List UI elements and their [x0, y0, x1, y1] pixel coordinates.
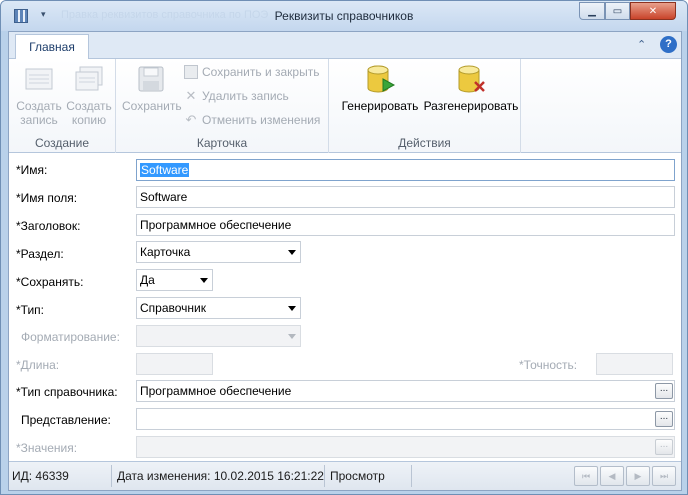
save-flag-dropdown-icon: [200, 278, 208, 283]
status-separator: [324, 465, 325, 487]
ribbon: Создать запись Создать копию Создание Со…: [9, 59, 681, 153]
format-label: Форматирование:: [21, 330, 120, 344]
ribbon-group-actions: Генерировать Разгенерировать Действия: [329, 59, 521, 153]
ref-type-browse-button[interactable]: ...: [655, 383, 673, 399]
cancel-changes-label: Отменить изменения: [202, 113, 321, 127]
length-label: *Длина:: [16, 358, 60, 372]
heading-label: *Заголовок:: [16, 219, 81, 233]
next-record-button[interactable]: ▶: [626, 466, 650, 486]
record-id: ИД: 46339: [12, 469, 69, 483]
help-icon[interactable]: ?: [660, 36, 677, 53]
values-browse-button[interactable]: ...: [655, 439, 673, 455]
group-label-card: Карточка: [196, 136, 248, 150]
precision-input[interactable]: [596, 353, 673, 375]
delete-x-icon: ✕: [185, 88, 197, 103]
name-label: *Имя:: [16, 163, 48, 177]
save-floppy-icon: [138, 66, 164, 92]
view-label: Представление:: [21, 413, 111, 427]
generate-label: Генерировать: [341, 99, 419, 113]
record-form: *Имя: Software *Имя поля: Software *Заго…: [9, 153, 681, 461]
name-input[interactable]: Software: [136, 159, 675, 181]
create-copy-icon: [75, 66, 103, 91]
type-dropdown-icon: [288, 306, 296, 311]
status-separator: [111, 465, 112, 487]
save-flag-label: *Сохранять:: [16, 275, 84, 289]
save-flag-select[interactable]: Да: [136, 269, 213, 291]
cancel-changes-button[interactable]: ↶ Отменить изменения: [184, 110, 321, 130]
create-record-label: Создать запись: [16, 99, 62, 127]
title-bar: ▾ Правка реквизитов справочника по ПОЭ Р…: [1, 1, 687, 31]
format-select[interactable]: [136, 325, 301, 347]
ref-type-label: *Тип справочника:: [16, 385, 118, 399]
minimize-button[interactable]: ▁: [579, 2, 605, 20]
tab-main[interactable]: Главная: [15, 34, 89, 60]
section-dropdown-icon: [288, 250, 296, 255]
undo-icon: ↶: [185, 112, 197, 127]
name-value: Software: [140, 163, 190, 177]
view-input[interactable]: [136, 408, 675, 430]
group-label-create: Создание: [34, 136, 90, 150]
status-separator: [411, 465, 412, 487]
save-close-icon: [184, 65, 198, 79]
section-select[interactable]: Карточка: [136, 241, 301, 263]
save-flag-value: Да: [140, 273, 155, 287]
field-name-input[interactable]: Software: [136, 186, 675, 208]
regenerate-label: Разгенерировать: [423, 99, 519, 113]
application-window: ▾ Правка реквизитов справочника по ПОЭ Р…: [0, 0, 688, 495]
create-copy-button[interactable]: Создать копию: [65, 63, 113, 127]
close-button[interactable]: ✕: [630, 2, 676, 20]
type-value: Справочник: [140, 301, 206, 315]
section-value: Карточка: [140, 245, 191, 259]
save-button[interactable]: Сохранить: [122, 63, 182, 113]
type-label: *Тип:: [16, 303, 45, 317]
ribbon-group-create: Создать запись Создать копию Создание: [9, 59, 116, 153]
ref-type-value: Программное обеспечение: [140, 384, 292, 398]
length-input[interactable]: [136, 353, 213, 375]
group-label-actions: Действия: [398, 136, 451, 150]
view-mode: Просмотр: [330, 469, 385, 483]
heading-input[interactable]: Программное обеспечение: [136, 214, 675, 236]
maximize-button[interactable]: ▭: [605, 2, 630, 20]
ribbon-group-card: Сохранить Сохранить и закрыть ✕ Удалить …: [116, 59, 329, 153]
create-record-button[interactable]: Создать запись: [15, 63, 63, 127]
type-select[interactable]: Справочник: [136, 297, 301, 319]
first-record-button[interactable]: ⏮: [574, 466, 598, 486]
create-record-icon: [25, 68, 53, 90]
ribbon-tab-strip: Главная ⌃ ?: [9, 32, 681, 60]
create-copy-label: Создать копию: [66, 99, 112, 127]
precision-label: *Точность:: [519, 358, 578, 372]
client-area: Главная ⌃ ? Создать запись Создать копию…: [8, 31, 682, 491]
generate-button[interactable]: Генерировать: [339, 63, 421, 113]
ref-type-input[interactable]: Программное обеспечение: [136, 380, 675, 402]
view-browse-button[interactable]: ...: [655, 411, 673, 427]
prev-record-button[interactable]: ◀: [600, 466, 624, 486]
format-dropdown-icon: [288, 334, 296, 339]
save-label: Сохранить: [122, 99, 182, 113]
regenerate-button[interactable]: Разгенерировать: [423, 63, 519, 113]
delete-record-label: Удалить запись: [202, 89, 289, 103]
save-close-button[interactable]: Сохранить и закрыть: [184, 62, 319, 82]
collapse-ribbon-icon[interactable]: ⌃: [637, 38, 646, 51]
values-label: *Значения:: [16, 441, 78, 455]
database-play-icon: [367, 65, 396, 93]
last-record-button[interactable]: ⏭: [652, 466, 676, 486]
section-label: *Раздел:: [16, 247, 64, 261]
delete-record-button[interactable]: ✕ Удалить запись: [184, 86, 289, 106]
status-bar: ИД: 46339 Дата изменения: 10.02.2015 16:…: [9, 461, 681, 490]
field-name-label: *Имя поля:: [16, 191, 78, 205]
save-close-label: Сохранить и закрыть: [202, 65, 320, 79]
values-input[interactable]: [136, 436, 675, 458]
database-delete-icon: [458, 65, 485, 93]
modified-date: Дата изменения: 10.02.2015 16:21:22: [117, 469, 324, 483]
